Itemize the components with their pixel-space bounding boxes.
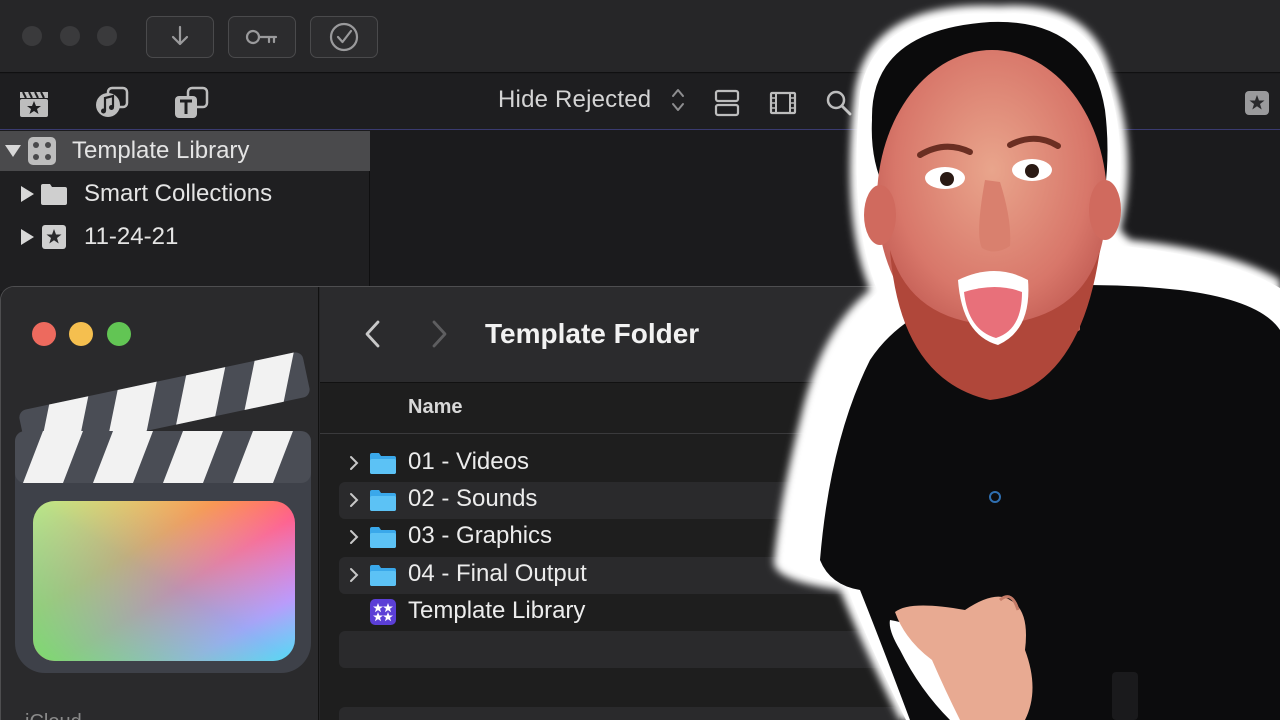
library-item-event[interactable]: 11-24-21 [0, 217, 370, 257]
window-title: Template Folder [485, 318, 700, 349]
list-item-label: 03 - Graphics [408, 522, 553, 549]
music-photo-icon [96, 86, 129, 117]
clip-appearance-icon [714, 89, 740, 117]
list-item-label: Template Library [408, 597, 586, 624]
zoom-button[interactable] [97, 26, 117, 46]
library-grid-icon [28, 137, 56, 165]
back-chevron-icon[interactable] [358, 317, 388, 351]
list-item-label: 01 - Videos [408, 448, 529, 475]
folder-icon [370, 490, 396, 511]
key-icon [245, 29, 278, 45]
titles-generators-sidebar-button[interactable] [172, 84, 210, 122]
photos-audio-sidebar-button[interactable] [93, 84, 131, 122]
final-cut-pro-app-icon [15, 352, 311, 673]
presenter-photo [773, 5, 1280, 720]
filter-popup-chevrons-icon[interactable] [670, 86, 686, 114]
close-button[interactable] [22, 26, 42, 46]
folder-icon [41, 184, 67, 205]
library-item-template-library[interactable]: Template Library [0, 131, 370, 171]
filter-popup-label[interactable]: Hide Rejected [498, 86, 651, 114]
disclosure-chevron-icon[interactable] [347, 491, 361, 509]
fcp-library-icon [370, 599, 396, 625]
column-name-header[interactable]: Name [408, 396, 462, 419]
library-item-smart-collections[interactable]: Smart Collections [0, 174, 370, 214]
checkmark-circle-icon [329, 22, 359, 52]
disclosure-chevron-icon[interactable] [347, 566, 361, 584]
disclosure-chevron-icon[interactable] [347, 528, 361, 546]
close-button[interactable] [32, 322, 56, 346]
library-item-label: Smart Collections [84, 180, 273, 207]
folder-icon [370, 565, 396, 586]
sidebar-section-icloud: iCloud [25, 711, 82, 720]
clip-appearance-button[interactable] [708, 84, 746, 122]
minimize-button[interactable] [69, 322, 93, 346]
import-button[interactable] [146, 16, 214, 58]
disclosure-open-icon[interactable] [5, 145, 21, 157]
list-item-label: 04 - Final Output [408, 560, 587, 587]
keyword-button[interactable] [228, 16, 296, 58]
libraries-sidebar-button[interactable] [15, 84, 53, 122]
forward-chevron-icon[interactable] [424, 317, 454, 351]
finder-sidebar: iCloud [1, 287, 319, 720]
disclosure-closed-icon[interactable] [21, 186, 34, 202]
star-event-icon [42, 225, 66, 249]
clapper-star-icon [20, 91, 48, 117]
zoom-button[interactable] [107, 322, 131, 346]
minimize-button[interactable] [60, 26, 80, 46]
libraries-sidebar: Template Library Smart Collections 11-24… [0, 131, 370, 291]
library-item-label: Template Library [72, 137, 250, 164]
disclosure-chevron-icon[interactable] [347, 454, 361, 472]
folder-icon [370, 453, 396, 474]
disclosure-closed-icon[interactable] [21, 229, 34, 245]
background-tasks-button[interactable] [310, 16, 378, 58]
download-arrow-icon [171, 25, 189, 46]
titles-icon [175, 86, 209, 118]
list-item-label: 02 - Sounds [408, 485, 538, 512]
library-item-label: 11-24-21 [84, 223, 179, 250]
folder-icon [370, 527, 396, 548]
